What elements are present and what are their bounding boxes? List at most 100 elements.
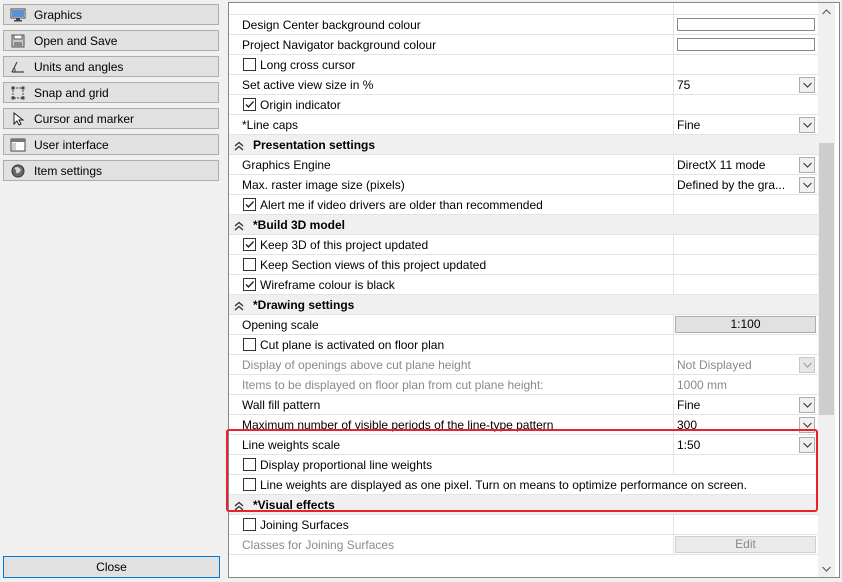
dropdown-button bbox=[799, 357, 815, 373]
column-divider bbox=[673, 75, 674, 95]
dropdown-button[interactable] bbox=[799, 117, 815, 133]
property-row[interactable]: Wall fill pattern Fine bbox=[229, 395, 819, 415]
dropdown-button[interactable] bbox=[799, 417, 815, 433]
property-row[interactable]: Origin indicator bbox=[229, 95, 819, 115]
collapse-icon-wrap[interactable] bbox=[234, 140, 244, 154]
property-row[interactable]: Max. raster image size (pixels) Defined b… bbox=[229, 175, 819, 195]
section-header[interactable]: Presentation settings bbox=[229, 135, 819, 155]
column-divider bbox=[673, 115, 674, 135]
checkbox[interactable] bbox=[243, 258, 256, 271]
cell-button[interactable]: 1:100 bbox=[675, 316, 816, 333]
property-row[interactable]: Wireframe colour is black bbox=[229, 275, 819, 295]
property-row[interactable]: Keep Section views of this project updat… bbox=[229, 255, 819, 275]
property-row[interactable]: Items to be displayed on floor plan from… bbox=[229, 375, 819, 395]
dropdown-button[interactable] bbox=[799, 437, 815, 453]
dropdown-button[interactable] bbox=[799, 397, 815, 413]
collapse-icon-wrap[interactable] bbox=[234, 500, 244, 514]
vertical-scrollbar[interactable] bbox=[818, 3, 835, 577]
nav-item-units-and-angles[interactable]: Units and angles bbox=[3, 56, 219, 77]
property-row[interactable]: Line weights scale 1:50 bbox=[229, 435, 819, 455]
chevron-down-icon bbox=[802, 362, 812, 368]
property-label: Project Navigator background colour bbox=[242, 38, 437, 52]
close-button[interactable]: Close bbox=[3, 556, 220, 578]
property-row[interactable]: Keep 3D of this project updated bbox=[229, 235, 819, 255]
checkbox[interactable] bbox=[243, 518, 256, 531]
collapse-icon-wrap[interactable] bbox=[234, 300, 244, 314]
scroll-up-button[interactable] bbox=[818, 3, 835, 20]
checkbox[interactable] bbox=[243, 58, 256, 71]
property-row[interactable]: Display of openings above cut plane heig… bbox=[229, 355, 819, 375]
property-row[interactable]: Long cross cursor bbox=[229, 55, 819, 75]
property-row[interactable]: Set active view size in % 75 bbox=[229, 75, 819, 95]
chevron-down-icon bbox=[802, 402, 812, 408]
property-row[interactable]: Classes for Joining Surfaces Edit bbox=[229, 535, 819, 555]
property-label: Joining Surfaces bbox=[260, 518, 349, 532]
property-label: Alert me if video drivers are older than… bbox=[260, 198, 543, 212]
property-row bbox=[229, 3, 819, 15]
section-header[interactable]: *Build 3D model bbox=[229, 215, 819, 235]
property-label: Keep 3D of this project updated bbox=[260, 238, 429, 252]
checkbox[interactable] bbox=[243, 98, 256, 111]
nav-item-cursor-and-marker[interactable]: Cursor and marker bbox=[3, 108, 219, 129]
nav-item-snap-and-grid[interactable]: Snap and grid bbox=[3, 82, 219, 103]
scroll-thumb[interactable] bbox=[819, 143, 834, 415]
section-header[interactable]: *Visual effects bbox=[229, 495, 819, 515]
column-divider bbox=[673, 255, 674, 275]
property-row[interactable]: Graphics Engine DirectX 11 mode bbox=[229, 155, 819, 175]
dropdown-button[interactable] bbox=[799, 77, 815, 93]
nav-item-item-settings[interactable]: Item settings bbox=[3, 160, 219, 181]
color-swatch[interactable] bbox=[677, 38, 815, 51]
checkbox[interactable] bbox=[243, 458, 256, 471]
property-row[interactable]: Line weights are displayed as one pixel.… bbox=[229, 475, 819, 495]
property-label: Line weights scale bbox=[242, 438, 341, 452]
checkbox[interactable] bbox=[243, 338, 256, 351]
dropdown-button[interactable] bbox=[799, 157, 815, 173]
dropdown-value[interactable]: DirectX 11 mode bbox=[677, 158, 765, 172]
property-label: Display proportional line weights bbox=[260, 458, 433, 472]
property-row[interactable]: Alert me if video drivers are older than… bbox=[229, 195, 819, 215]
column-divider bbox=[673, 515, 674, 535]
dropdown-value[interactable]: 75 bbox=[677, 78, 690, 92]
property-row[interactable]: Display proportional line weights bbox=[229, 455, 819, 475]
checkbox[interactable] bbox=[243, 198, 256, 211]
nav-item-graphics[interactable]: Graphics bbox=[3, 4, 219, 25]
dropdown-value[interactable]: Defined by the gra... bbox=[677, 178, 785, 192]
checkbox[interactable] bbox=[243, 478, 256, 491]
checkbox[interactable] bbox=[243, 238, 256, 251]
nav-item-user-interface[interactable]: User interface bbox=[3, 134, 219, 155]
color-swatch[interactable] bbox=[677, 18, 815, 31]
close-button-label: Close bbox=[96, 560, 127, 574]
dropdown-button[interactable] bbox=[799, 177, 815, 193]
dropdown-value[interactable]: Fine bbox=[677, 398, 700, 412]
section-header[interactable]: *Drawing settings bbox=[229, 295, 819, 315]
dropdown-value[interactable]: 1:50 bbox=[677, 438, 700, 452]
checkbox[interactable] bbox=[243, 278, 256, 291]
property-label: Keep Section views of this project updat… bbox=[260, 258, 487, 272]
property-label: Items to be displayed on floor plan from… bbox=[242, 378, 544, 392]
nav-item-open-and-save[interactable]: Open and Save bbox=[3, 30, 219, 51]
monitor-icon bbox=[10, 8, 26, 22]
column-divider bbox=[673, 3, 674, 15]
collapse-icon-wrap[interactable] bbox=[234, 220, 244, 234]
column-divider bbox=[673, 235, 674, 255]
column-divider bbox=[673, 435, 674, 455]
window-icon bbox=[10, 138, 26, 152]
dropdown-value[interactable]: Fine bbox=[677, 118, 700, 132]
property-row[interactable]: Joining Surfaces bbox=[229, 515, 819, 535]
scroll-down-button[interactable] bbox=[818, 560, 835, 577]
text-value: 1000 mm bbox=[677, 378, 728, 392]
column-divider bbox=[673, 35, 674, 55]
property-row[interactable]: Opening scale 1:100 bbox=[229, 315, 819, 335]
property-label: Line weights are displayed as one pixel.… bbox=[260, 478, 747, 492]
collapse-icon bbox=[234, 501, 244, 511]
dropdown-value[interactable]: 300 bbox=[677, 418, 697, 432]
column-divider bbox=[673, 15, 674, 35]
property-label: Max. raster image size (pixels) bbox=[242, 178, 405, 192]
column-divider bbox=[673, 395, 674, 415]
property-row[interactable]: Cut plane is activated on floor plan bbox=[229, 335, 819, 355]
property-row[interactable]: Maximum number of visible periods of the… bbox=[229, 415, 819, 435]
property-row[interactable]: Design Center background colour bbox=[229, 15, 819, 35]
section-title: *Visual effects bbox=[253, 498, 335, 512]
property-row[interactable]: Project Navigator background colour bbox=[229, 35, 819, 55]
property-row[interactable]: *Line caps Fine bbox=[229, 115, 819, 135]
